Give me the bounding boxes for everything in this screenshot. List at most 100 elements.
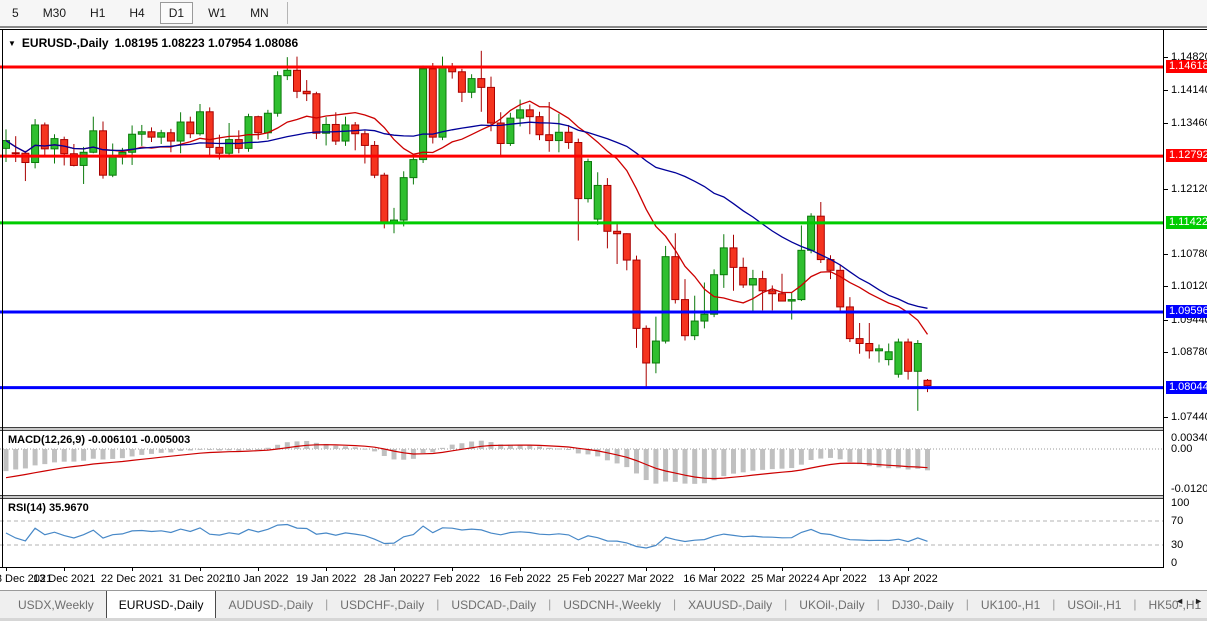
toolbar-separator — [287, 2, 288, 24]
price-axis-tick — [1164, 352, 1168, 353]
candle-body — [264, 113, 271, 133]
candle-body — [565, 132, 572, 142]
tab-scroll-left-icon[interactable]: ◄ — [1173, 594, 1186, 608]
tab-usdchf-daily[interactable]: USDCHF-,Daily — [328, 593, 436, 618]
candle-body — [51, 139, 58, 149]
time-axis-label: 22 Dec 2021 — [101, 573, 163, 585]
macd-histogram-bar — [62, 449, 67, 462]
macd-histogram-bar — [741, 449, 746, 472]
tab-xauusd-daily[interactable]: XAUUSD-,Daily — [676, 593, 784, 618]
macd-histogram-bar — [139, 449, 144, 455]
time-axis-tick — [132, 568, 133, 571]
timeframe-button-h1[interactable]: H1 — [81, 2, 114, 24]
macd-histogram-bar — [692, 449, 697, 484]
timeframe-button-w1[interactable]: W1 — [199, 2, 235, 24]
macd-histogram-bar — [265, 448, 270, 449]
macd-histogram-bar — [178, 449, 183, 451]
price-axis-label: 1.10780 — [1171, 248, 1207, 260]
macd-panel[interactable]: MACD(12,26,9) -0.006101 -0.005003 — [0, 431, 1163, 495]
time-axis[interactable]: 3 Dec 202113 Dec 202122 Dec 202131 Dec 2… — [0, 568, 1207, 591]
candle-body — [429, 69, 436, 137]
timeframe-button-m30[interactable]: M30 — [34, 2, 75, 24]
price-level-badge: 1.14618 — [1166, 60, 1207, 73]
macd-histogram-bar — [168, 449, 173, 452]
macd-histogram-bar — [799, 449, 804, 465]
candle-body — [895, 342, 902, 374]
candle-body — [371, 145, 378, 175]
tab-audusd-daily[interactable]: AUDUSD-,Daily — [216, 593, 325, 618]
candle-body — [148, 132, 155, 137]
macd-histogram-bar — [362, 449, 367, 450]
macd-histogram-bar — [721, 449, 726, 476]
time-axis-tick — [588, 568, 589, 571]
candle-body — [701, 314, 708, 321]
candle-body — [536, 117, 543, 135]
price-chart-panel[interactable]: ▼ EURUSD-,Daily 1.08195 1.08223 1.07954 … — [0, 31, 1163, 427]
time-axis-label: 19 Jan 2022 — [296, 573, 357, 585]
price-axis[interactable]: 1.148201.141401.134601.121201.107801.101… — [1163, 30, 1207, 568]
time-axis-tick — [714, 568, 715, 571]
rsi-plot[interactable] — [0, 499, 1163, 567]
tab-scroll-arrows: ◄► — [1173, 594, 1205, 608]
time-axis-label: 4 Apr 2022 — [814, 573, 867, 585]
tab-usoil-h1[interactable]: USOil-,H1 — [1055, 593, 1133, 618]
candle-body — [381, 175, 388, 222]
macd-histogram-bar — [110, 449, 115, 459]
macd-histogram-bar — [537, 446, 542, 449]
macd-histogram-bar — [915, 449, 920, 469]
tab-usdcad-daily[interactable]: USDCAD-,Daily — [439, 593, 548, 618]
timeframe-button-5[interactable]: 5 — [3, 2, 28, 24]
tab-uk100-h1[interactable]: UK100-,H1 — [969, 593, 1052, 618]
time-axis-label: 7 Feb 2022 — [424, 573, 480, 585]
macd-histogram-bar — [459, 443, 464, 449]
candle-body — [245, 117, 252, 149]
timeframe-button-mn[interactable]: MN — [241, 2, 278, 24]
macd-histogram-bar — [4, 449, 9, 471]
price-axis-tick — [1164, 90, 1168, 91]
tab-eurusd-daily[interactable]: EURUSD-,Daily — [106, 590, 217, 618]
candle-body — [167, 133, 174, 141]
macd-histogram-bar — [246, 449, 251, 450]
candle-body — [866, 343, 873, 350]
time-axis-label: 31 Dec 2021 — [169, 573, 231, 585]
macd-histogram-bar — [188, 449, 193, 451]
candlestick-plot[interactable] — [0, 31, 1163, 427]
macd-histogram-bar — [120, 449, 125, 458]
tab-dj30-daily[interactable]: DJ30-,Daily — [880, 593, 966, 618]
candle-body — [187, 122, 194, 134]
time-axis-tick — [6, 568, 7, 571]
price-axis-label: 1.14140 — [1171, 84, 1207, 96]
price-axis-tick — [1164, 123, 1168, 124]
macd-histogram-bar — [353, 447, 358, 449]
candle-body — [614, 231, 621, 233]
macd-histogram-bar — [828, 449, 833, 458]
rsi-panel[interactable]: RSI(14) 35.9670 — [0, 499, 1163, 567]
macd-histogram-bar — [42, 449, 47, 464]
macd-histogram-bar — [33, 449, 38, 465]
candle-body — [779, 294, 786, 301]
timeframe-button-d1[interactable]: D1 — [160, 2, 193, 24]
price-axis-tick — [1164, 254, 1168, 255]
macd-histogram-bar — [789, 449, 794, 468]
candle-body — [488, 87, 495, 123]
chart-dropdown-icon[interactable]: ▼ — [8, 39, 16, 48]
tab-usdcnh-weekly[interactable]: USDCNH-,Weekly — [551, 593, 673, 618]
timeframe-button-h4[interactable]: H4 — [120, 2, 153, 24]
macd-histogram-bar — [576, 449, 581, 453]
macd-histogram-bar — [314, 443, 319, 449]
candle-body — [206, 112, 213, 148]
macd-histogram-bar — [333, 446, 338, 449]
time-axis-tick — [452, 568, 453, 571]
tab-usdx-weekly[interactable]: USDX,Weekly — [6, 593, 106, 618]
time-axis-tick — [908, 568, 909, 571]
tab-ukoil-daily[interactable]: UKOil-,Daily — [787, 593, 876, 618]
candle-body — [226, 140, 233, 154]
candle-body — [662, 257, 669, 341]
chart-window[interactable]: ▼ EURUSD-,Daily 1.08195 1.08223 1.07954 … — [0, 29, 1207, 590]
tab-scroll-right-icon[interactable]: ► — [1192, 594, 1205, 608]
macd-histogram-bar — [615, 449, 620, 463]
macd-histogram-bar — [159, 449, 164, 453]
macd-histogram-bar — [207, 449, 212, 450]
candle-body — [575, 143, 582, 199]
time-axis-label: 16 Mar 2022 — [683, 573, 745, 585]
